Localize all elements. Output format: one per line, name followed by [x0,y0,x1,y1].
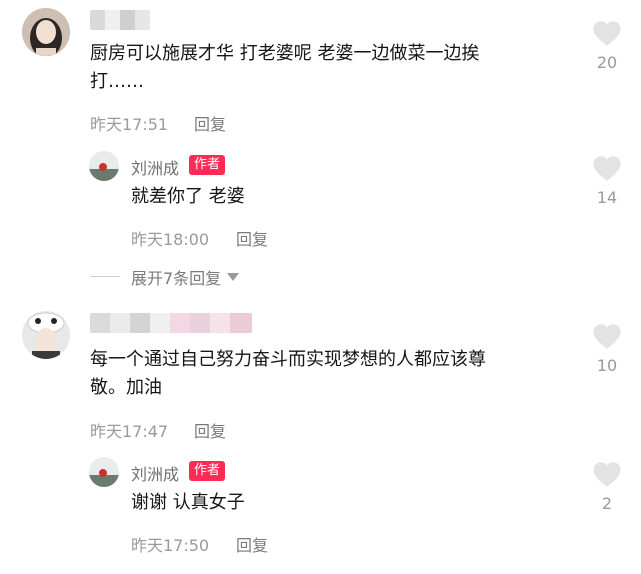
author-username[interactable]: 刘洲成 [131,155,179,179]
expand-replies-button[interactable]: 展开7条回复 [131,265,240,289]
author-avatar[interactable] [89,151,119,181]
reply-button[interactable]: 回复 [236,532,268,556]
heart-icon [593,324,621,349]
username-blurred[interactable] [90,313,252,333]
like-button[interactable]: 2 [587,461,627,513]
reply-button[interactable]: 回复 [236,226,268,250]
expand-divider [90,276,120,277]
heart-icon [593,156,621,181]
like-count: 20 [596,53,618,72]
comment-timestamp: 昨天17:47 [90,422,169,441]
like-count: 2 [601,494,613,513]
expand-replies-label: 展开7条回复 [131,269,222,288]
commenter-avatar[interactable] [22,8,70,56]
author-username[interactable]: 刘洲成 [131,461,179,485]
triangle-down-icon [227,273,240,281]
commenter-avatar[interactable] [22,311,70,359]
comment-text: 每一个通过自己努力奋斗而实现梦想的人都应该尊 敬。加油 [90,349,486,398]
like-button[interactable]: 20 [587,20,627,72]
comment-timestamp: 昨天17:51 [90,115,169,134]
reply-text: 谢谢 认真女子 [131,492,245,513]
username-blurred[interactable] [90,10,150,30]
reply-timestamp: 昨天18:00 [131,230,210,249]
comment-text: 厨房可以施展才华 打老婆呢 老婆一边做菜一边挨 打…… [90,43,480,92]
like-button[interactable]: 14 [587,155,627,207]
reply-text: 就差你了 老婆 [131,186,245,207]
reply-button[interactable]: 回复 [194,418,226,442]
author-avatar[interactable] [89,457,119,487]
like-count: 14 [596,188,618,207]
reply-timestamp: 昨天17:50 [131,536,210,555]
heart-icon [593,462,621,487]
like-count: 10 [596,356,618,375]
reply-button[interactable]: 回复 [194,111,226,135]
heart-icon [593,21,621,46]
like-button[interactable]: 10 [587,323,627,375]
author-badge: 作者 [189,461,226,481]
author-badge: 作者 [189,155,226,175]
